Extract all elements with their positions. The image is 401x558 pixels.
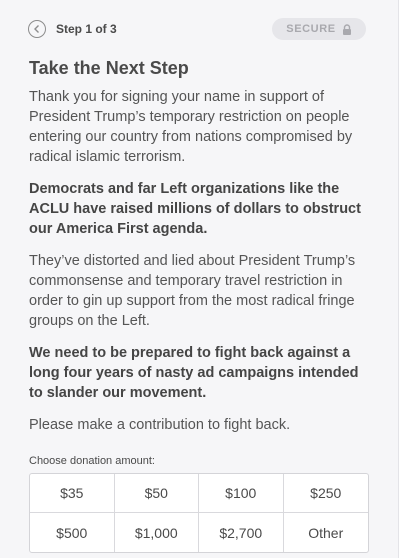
intro-paragraph: Thank you for signing your name in suppo… bbox=[29, 89, 353, 165]
amount-button-35[interactable]: $35 bbox=[30, 474, 115, 513]
donation-panel: Step 1 of 3 SECURE Take the Next Step Th… bbox=[0, 0, 399, 558]
secure-label: SECURE bbox=[286, 23, 336, 35]
emphasis-paragraph-fight: We need to be prepared to fight back aga… bbox=[29, 345, 359, 401]
amount-button-100[interactable]: $100 bbox=[199, 474, 284, 513]
page-title: Take the Next Step bbox=[29, 58, 189, 78]
amount-button-other[interactable]: Other bbox=[284, 513, 369, 552]
amount-button-2700[interactable]: $2,700 bbox=[199, 513, 284, 552]
main-content: Take the Next Step Thank you for signing… bbox=[29, 58, 367, 447]
amount-button-50[interactable]: $50 bbox=[114, 474, 199, 513]
chevron-left-icon bbox=[34, 25, 39, 33]
step-indicator: Step 1 of 3 bbox=[56, 22, 117, 36]
emphasis-paragraph-aclu: Democrats and far Left organizations lik… bbox=[29, 181, 361, 237]
call-to-action-text: Please make a contribution to fight back… bbox=[29, 417, 291, 433]
secure-badge: SECURE bbox=[272, 18, 366, 40]
lock-icon bbox=[342, 23, 351, 35]
amount-button-1000[interactable]: $1,000 bbox=[115, 513, 199, 552]
top-bar: Step 1 of 3 SECURE bbox=[28, 18, 366, 42]
donation-amount-label: Choose donation amount: bbox=[29, 455, 155, 467]
body-paragraph-travel: They’ve distorted and lied about Preside… bbox=[29, 253, 356, 329]
amount-button-500[interactable]: $500 bbox=[30, 513, 115, 552]
amount-button-250[interactable]: $250 bbox=[283, 474, 368, 513]
back-button[interactable] bbox=[28, 20, 46, 38]
donation-amount-grid: $35 $50 $100 $250 $500 $1,000 $2,700 Oth… bbox=[29, 473, 369, 553]
